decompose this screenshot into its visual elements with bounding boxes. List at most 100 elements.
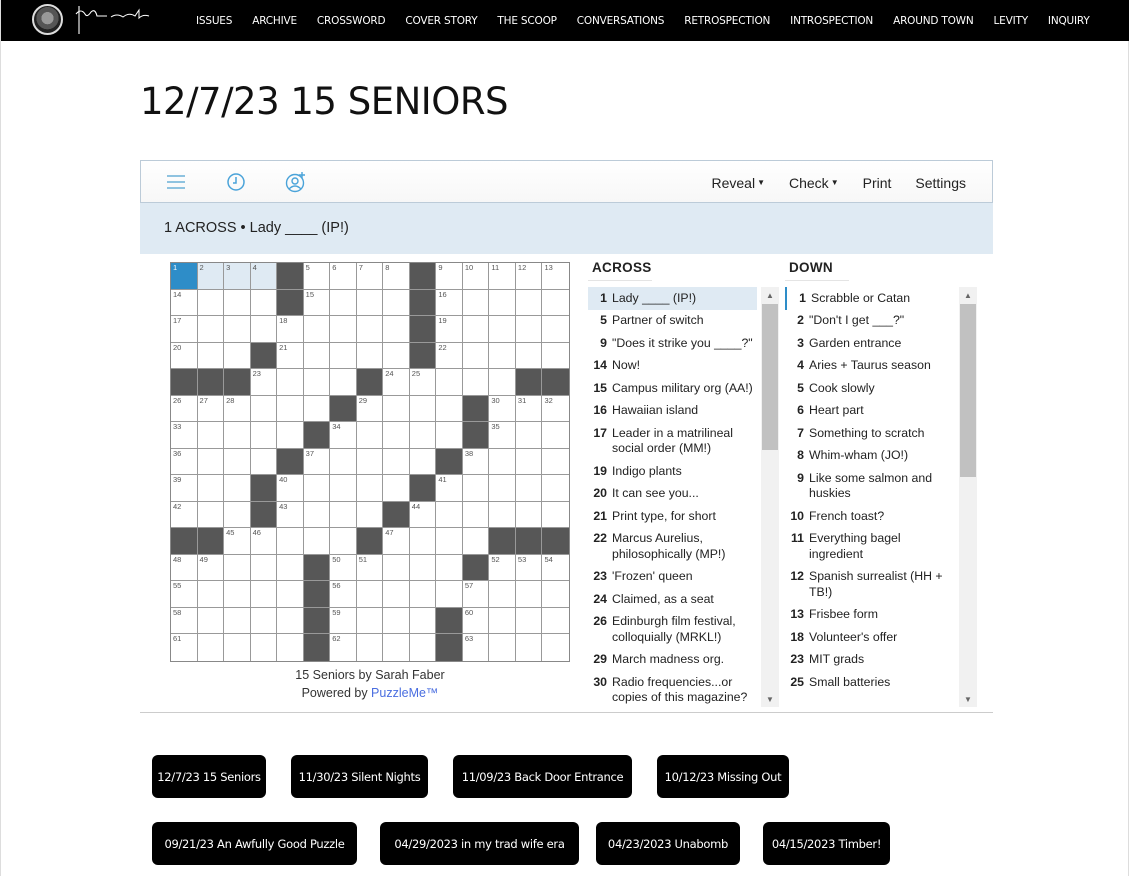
grid-cell[interactable]: 28 bbox=[224, 395, 251, 423]
down-clue-item[interactable]: 23 MIT grads bbox=[785, 649, 955, 672]
grid-cell[interactable]: 2 bbox=[197, 263, 225, 290]
grid-cell[interactable] bbox=[356, 422, 384, 449]
grid-cell[interactable] bbox=[489, 448, 516, 476]
grid-cell[interactable] bbox=[409, 528, 437, 555]
grid-cell[interactable] bbox=[303, 316, 331, 343]
grid-cell[interactable] bbox=[224, 607, 251, 635]
scroll-down-icon[interactable]: ▼ bbox=[959, 691, 977, 707]
grid-cell[interactable] bbox=[436, 528, 463, 555]
scroll-down-icon[interactable]: ▼ bbox=[761, 691, 779, 707]
grid-cell[interactable] bbox=[542, 607, 569, 635]
grid-cell[interactable]: 51 bbox=[356, 554, 384, 582]
grid-cell[interactable] bbox=[383, 581, 410, 608]
grid-cell[interactable]: 15 bbox=[303, 289, 331, 317]
grid-cell[interactable]: 49 bbox=[197, 554, 225, 582]
menu-icon[interactable] bbox=[165, 171, 187, 193]
grid-cell[interactable] bbox=[303, 501, 331, 529]
grid-cell[interactable] bbox=[277, 422, 304, 449]
grid-cell[interactable] bbox=[250, 581, 278, 608]
grid-cell[interactable] bbox=[515, 634, 543, 661]
grid-cell[interactable]: 14 bbox=[171, 289, 198, 317]
grid-cell[interactable] bbox=[303, 342, 331, 370]
grid-cell[interactable] bbox=[409, 395, 437, 423]
down-clue-item[interactable]: 9 Like some salmon and huskies bbox=[785, 467, 955, 505]
grid-cell[interactable]: 25 bbox=[409, 369, 437, 396]
grid-cell[interactable] bbox=[224, 501, 251, 529]
grid-cell[interactable]: 12 bbox=[515, 263, 543, 290]
grid-cell[interactable] bbox=[197, 501, 225, 529]
grid-cell[interactable] bbox=[489, 607, 516, 635]
grid-cell[interactable] bbox=[436, 581, 463, 608]
grid-cell[interactable] bbox=[224, 581, 251, 608]
grid-cell[interactable] bbox=[383, 342, 410, 370]
grid-cell[interactable]: 55 bbox=[171, 581, 198, 608]
nav-link-levity[interactable]: LEVITY bbox=[994, 15, 1029, 27]
grid-cell[interactable]: 60 bbox=[462, 607, 490, 635]
grid-cell[interactable] bbox=[542, 501, 569, 529]
grid-cell[interactable]: 23 bbox=[250, 369, 278, 396]
scroll-up-icon[interactable]: ▲ bbox=[959, 287, 977, 303]
across-clue-item[interactable]: 30 Radio frequencies...or copies of this … bbox=[588, 671, 757, 707]
grid-cell[interactable]: 33 bbox=[171, 422, 198, 449]
grid-cell[interactable]: 47 bbox=[383, 528, 410, 555]
down-clue-item[interactable]: 11 Everything bagel ingredient bbox=[785, 528, 955, 566]
down-clue-item[interactable]: 8 Whim-wham (JO!) bbox=[785, 445, 955, 468]
grid-cell[interactable] bbox=[303, 528, 331, 555]
grid-cell[interactable] bbox=[224, 342, 251, 370]
grid-cell[interactable]: 11 bbox=[489, 263, 516, 290]
down-clue-item[interactable]: 13 Frisbee form bbox=[785, 604, 955, 627]
grid-cell[interactable] bbox=[515, 342, 543, 370]
grid-cell[interactable]: 39 bbox=[171, 475, 198, 502]
grid-cell[interactable] bbox=[542, 581, 569, 608]
grid-cell[interactable] bbox=[356, 342, 384, 370]
grid-cell[interactable] bbox=[224, 475, 251, 502]
grid-cell[interactable] bbox=[515, 607, 543, 635]
nav-link-introspection[interactable]: INTROSPECTION bbox=[790, 15, 873, 27]
grid-cell[interactable]: 9 bbox=[436, 263, 463, 290]
grid-cell[interactable]: 41 bbox=[436, 475, 463, 502]
grid-cell[interactable]: 48 bbox=[171, 554, 198, 582]
grid-cell[interactable]: 53 bbox=[515, 554, 543, 582]
grid-cell[interactable]: 35 bbox=[489, 422, 516, 449]
settings-button[interactable]: Settings bbox=[915, 175, 966, 191]
nav-link-the-scoop[interactable]: THE SCOOP bbox=[497, 15, 557, 27]
across-clue-item[interactable]: 24 Claimed, as a seat bbox=[588, 588, 757, 611]
grid-cell[interactable] bbox=[462, 369, 490, 396]
down-clue-item[interactable]: 18 Volunteer's offer bbox=[785, 626, 955, 649]
nav-link-conversations[interactable]: CONVERSATIONS bbox=[577, 15, 665, 27]
across-scroll-thumb[interactable] bbox=[762, 304, 778, 450]
grid-cell[interactable] bbox=[197, 422, 225, 449]
puzzleme-link[interactable]: PuzzleMe™ bbox=[371, 686, 438, 700]
grid-cell[interactable] bbox=[330, 289, 357, 317]
grid-cell[interactable]: 13 bbox=[542, 263, 569, 290]
across-clue-item[interactable]: 16 Hawaiian island bbox=[588, 400, 757, 423]
grid-cell[interactable] bbox=[542, 316, 569, 343]
archive-puzzle-button[interactable]: 09/21/23 An Awfully Good Puzzle bbox=[152, 822, 357, 865]
across-clue-item[interactable]: 1 Lady ____ (IP!) bbox=[588, 287, 757, 310]
grid-cell[interactable] bbox=[409, 607, 437, 635]
grid-cell[interactable]: 57 bbox=[462, 581, 490, 608]
grid-cell[interactable]: 20 bbox=[171, 342, 198, 370]
across-clue-item[interactable]: 22 Marcus Aurelius, philosophically (MP!) bbox=[588, 528, 757, 566]
grid-cell[interactable] bbox=[383, 475, 410, 502]
grid-cell[interactable] bbox=[197, 607, 225, 635]
grid-cell[interactable] bbox=[197, 342, 225, 370]
grid-cell[interactable] bbox=[224, 554, 251, 582]
clock-icon[interactable] bbox=[225, 171, 247, 193]
grid-cell[interactable] bbox=[515, 289, 543, 317]
grid-cell[interactable] bbox=[330, 528, 357, 555]
grid-cell[interactable]: 56 bbox=[330, 581, 357, 608]
grid-cell[interactable] bbox=[542, 475, 569, 502]
grid-cell[interactable] bbox=[277, 634, 304, 661]
grid-cell[interactable]: 30 bbox=[489, 395, 516, 423]
grid-cell[interactable]: 58 bbox=[171, 607, 198, 635]
grid-cell[interactable]: 27 bbox=[197, 395, 225, 423]
grid-cell[interactable] bbox=[409, 448, 437, 476]
grid-cell[interactable] bbox=[330, 316, 357, 343]
grid-cell[interactable] bbox=[383, 316, 410, 343]
grid-cell[interactable] bbox=[303, 369, 331, 396]
grid-cell[interactable] bbox=[356, 289, 384, 317]
grid-cell[interactable] bbox=[224, 316, 251, 343]
grid-cell[interactable] bbox=[515, 422, 543, 449]
grid-cell[interactable]: 3 bbox=[224, 263, 251, 290]
